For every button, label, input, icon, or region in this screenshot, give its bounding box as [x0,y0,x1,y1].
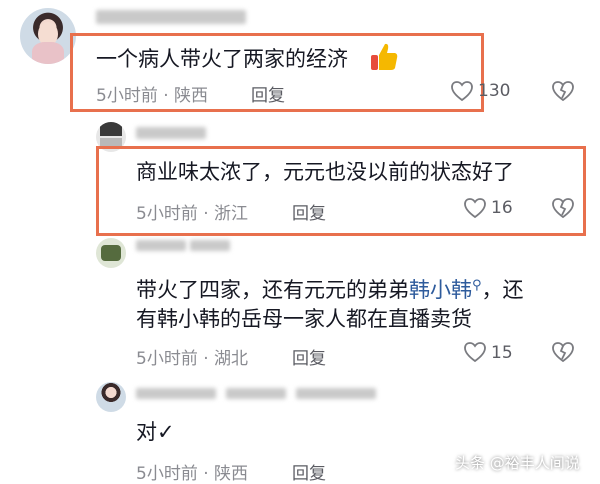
username-blurred [226,388,286,399]
reply-button[interactable]: 回复 [251,81,285,106]
search-icon[interactable]: ⚲ [472,278,482,293]
avatar[interactable] [96,238,126,268]
separator: · [203,204,209,224]
heart-icon[interactable] [463,341,487,367]
comment-text: 商业味太浓了，元元也没以前的状态好了 [136,160,514,184]
comment-text: ，还 [481,278,524,302]
reply-button[interactable]: 回复 [292,199,326,224]
like-count: 15 [491,343,513,363]
username-blurred [136,388,216,399]
time-text: 5小时前 [136,204,198,224]
separator: · [163,86,169,106]
time-text: 5小时前 [136,349,198,369]
reply-button[interactable]: 回复 [292,344,326,369]
location-text: 陕西 [174,86,209,106]
reply-button[interactable]: 回复 [292,459,326,484]
dislike-icon[interactable] [551,341,575,367]
avatar[interactable] [20,8,76,64]
username-blurred [96,10,246,24]
username-blurred [136,127,206,139]
dislike-icon[interactable] [551,197,575,223]
watermark: 头条 @裕丰人间说 [455,454,580,472]
comment-text-line-2: 有韩小韩的岳母一家人都在直播卖货 [136,307,472,331]
mention-link[interactable]: 韩小韩 [409,278,472,302]
comment-meta: 5小时前 · 陕西 [136,459,248,484]
thumbs-up-emoji [368,41,400,77]
separator: · [203,349,209,369]
heart-icon[interactable] [450,80,474,106]
comment-text: 一个病人带火了两家的经济 [96,47,348,71]
location-text: 湖北 [214,349,249,369]
comment-text-line-1: 带火了四家，还有元元的弟弟韩小韩⚲，还 [136,272,524,304]
comment-meta: 5小时前 · 陕西 [96,81,208,106]
avatar[interactable] [96,382,126,412]
username-blurred [190,240,230,251]
location-text: 陕西 [214,464,249,484]
like-count: 130 [478,81,511,101]
username-blurred [136,240,186,251]
username-blurred [296,388,376,399]
comment-meta: 5小时前 · 浙江 [136,199,248,224]
time-text: 5小时前 [96,86,158,106]
like-count: 16 [491,198,513,218]
heart-icon[interactable] [463,197,487,223]
separator: · [203,464,209,484]
comment-text: 对✓ [136,420,175,444]
comment-meta: 5小时前 · 湖北 [136,344,248,369]
dislike-icon[interactable] [551,80,575,106]
location-text: 浙江 [214,204,249,224]
time-text: 5小时前 [136,464,198,484]
comment-text: 带火了四家，还有元元的弟弟 [136,278,409,302]
